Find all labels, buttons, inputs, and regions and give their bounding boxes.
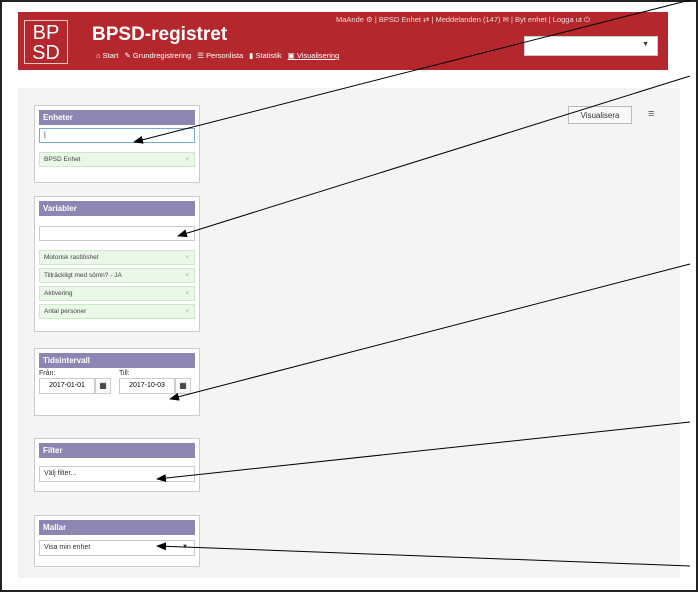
- annotation-arrow: [156, 542, 691, 567]
- annotation-arrow: [177, 75, 691, 238]
- annotation-arrows: [133, 0, 691, 567]
- annotation-arrow: [169, 263, 691, 401]
- annotation-arrow: [133, 0, 691, 144]
- annotation-arrow: [156, 421, 691, 483]
